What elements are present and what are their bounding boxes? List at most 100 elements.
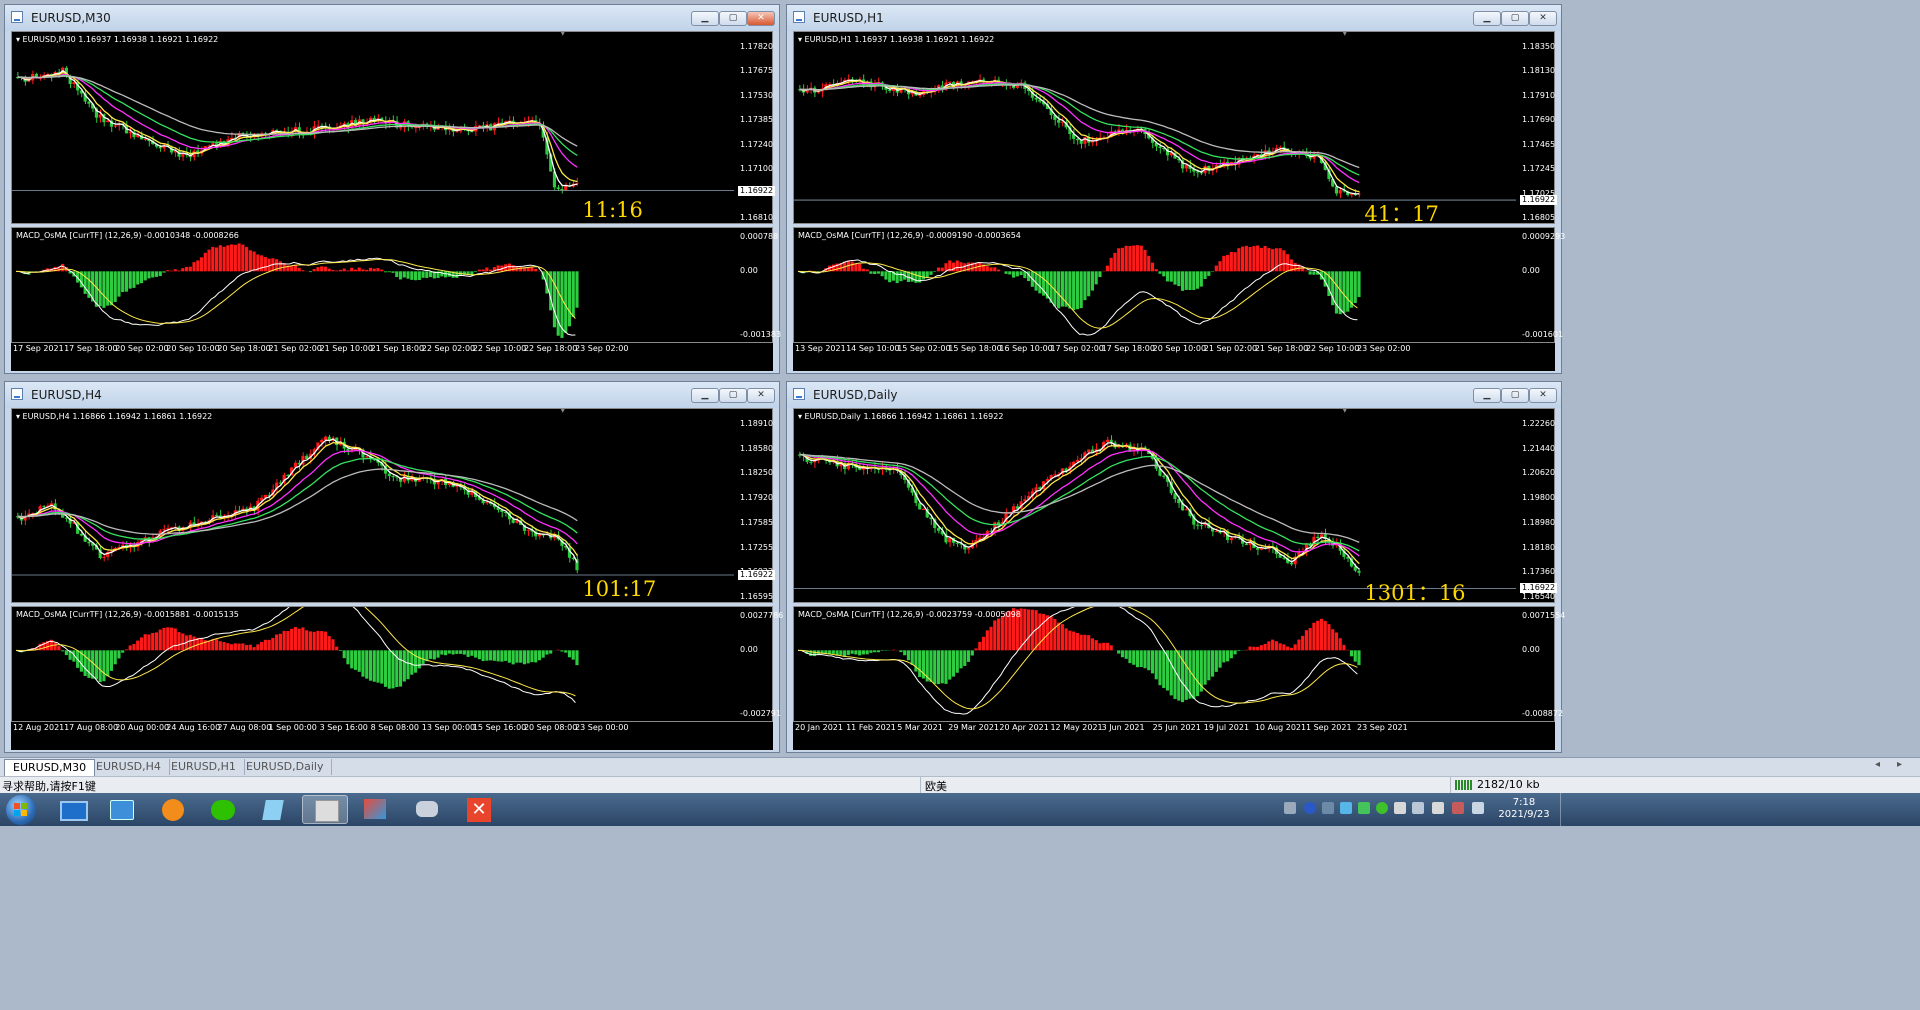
macd-histogram-bar — [1135, 245, 1140, 272]
minimize-button[interactable]: ▁ — [1473, 11, 1501, 26]
tab-eurusd-daily[interactable]: EURUSD,Daily — [238, 759, 333, 775]
notepad-icon[interactable] — [250, 795, 296, 824]
show-desktop-button[interactable] — [1560, 793, 1573, 826]
macd-histogram-bar — [526, 650, 530, 664]
price-chart[interactable]: ▾ EURUSD,Daily 1.16866 1.16942 1.16861 1… — [793, 406, 1558, 605]
macd-histogram-bar — [948, 650, 952, 680]
time-tick-label: 17 Sep 02:00 — [1050, 344, 1104, 353]
browser-icon[interactable] — [150, 795, 196, 824]
app-x-icon[interactable]: ✕ — [456, 795, 502, 824]
tab-eurusd-m30[interactable]: EURUSD,M30 — [4, 759, 96, 776]
macd-histogram-bar — [117, 650, 121, 659]
close-button[interactable]: ✕ — [1529, 388, 1557, 403]
macd-histogram-bar — [1229, 650, 1233, 659]
chart-tab-bar: EURUSD,M30 EURUSD,H4 EURUSD,H1 EURUSD,Da… — [0, 757, 1920, 776]
taskbar-clock[interactable]: 7:18 2021/9/23 — [1494, 797, 1554, 821]
window-titlebar[interactable]: EURUSD,H4 ▁ ▢ ✕ — [5, 382, 779, 408]
close-button[interactable]: ✕ — [747, 388, 775, 403]
tray-ime-icon[interactable] — [1394, 802, 1406, 814]
control-panel-icon[interactable] — [98, 795, 144, 824]
macd-histogram-bar — [1000, 616, 1004, 651]
chart-shift-marker-icon[interactable]: ▾ — [561, 29, 565, 38]
tray-wechat-icon[interactable] — [1376, 802, 1388, 814]
macd-histogram-bar — [282, 630, 286, 651]
wechat-icon[interactable] — [200, 795, 246, 824]
macd-histogram-bar — [113, 650, 117, 665]
macd-histogram-bar — [477, 650, 481, 660]
candle-body — [809, 461, 813, 463]
window-titlebar[interactable]: EURUSD,H1 ▁ ▢ ✕ — [787, 5, 1561, 31]
tab-scroll-right-icon[interactable]: ▸ — [1897, 759, 1902, 770]
macd-canvas — [797, 607, 1361, 715]
close-button[interactable]: ✕ — [747, 11, 775, 26]
chart-shift-marker-icon[interactable]: ▾ — [1343, 406, 1347, 415]
macd-tick-label: -0.001601 — [1522, 330, 1564, 339]
macd-histogram-bar — [252, 647, 256, 651]
price-chart[interactable]: ▾ EURUSD,H1 1.16937 1.16938 1.16921 1.16… — [793, 29, 1558, 226]
candle-body — [1184, 165, 1188, 169]
show-desktop-icon[interactable] — [50, 795, 96, 824]
tab-eurusd-h4[interactable]: EURUSD,H4 — [88, 759, 170, 775]
chart-window-m30[interactable]: EURUSD,M30 ▁ ▢ ✕ ▾ EURUSD,M30 1.16937 1.… — [4, 4, 781, 374]
macd-subwindow[interactable]: MACD_OsMA [CurrTF] (12,26,9) -0.0015881 … — [11, 606, 783, 722]
tray-help-icon[interactable] — [1304, 802, 1316, 814]
macd-histogram-bar — [504, 650, 508, 661]
tray-speaker-icon[interactable] — [1452, 802, 1464, 814]
candle-body — [1256, 548, 1260, 550]
candle-body — [918, 94, 922, 96]
minimize-button[interactable]: ▁ — [691, 11, 719, 26]
macd-histogram-bar — [1154, 269, 1158, 272]
macd-subwindow[interactable]: MACD_OsMA [CurrTF] (12,26,9) -0.0023759 … — [793, 606, 1565, 722]
window-titlebar[interactable]: EURUSD,M30 ▁ ▢ ✕ — [5, 5, 779, 31]
macd-histogram-bar — [331, 639, 335, 651]
macd-subwindow[interactable]: MACD_OsMA [CurrTF] (12,26,9) -0.0009190 … — [793, 227, 1565, 343]
macd-histogram-bar — [1327, 624, 1331, 651]
chart-window-daily[interactable]: EURUSD,Daily ▁ ▢ ✕ ▾ EURUSD,Daily 1.1686… — [786, 381, 1565, 753]
camera-icon[interactable] — [404, 795, 450, 824]
tab-eurusd-h1[interactable]: EURUSD,H1 — [163, 759, 245, 775]
maximize-button[interactable]: ▢ — [1501, 11, 1529, 26]
macd-histogram-bar — [1012, 271, 1016, 278]
candle-body — [98, 114, 102, 118]
window-titlebar[interactable]: EURUSD,Daily ▁ ▢ ✕ — [787, 382, 1561, 408]
close-button[interactable]: ✕ — [1529, 11, 1557, 26]
macd-histogram-bar — [151, 633, 155, 651]
macd-histogram-bar — [181, 268, 185, 272]
tray-signal-icon[interactable] — [1472, 802, 1484, 814]
metatrader-taskbar-button[interactable] — [302, 795, 348, 824]
macd-histogram-bar — [910, 650, 914, 665]
macd-histogram-bar — [447, 650, 451, 654]
tab-scroll-left-icon[interactable]: ◂ — [1875, 759, 1880, 770]
macd-histogram-bar — [1271, 249, 1275, 272]
chart-shift-marker-icon[interactable]: ▾ — [1343, 29, 1347, 38]
maximize-button[interactable]: ▢ — [719, 11, 747, 26]
macd-canvas — [797, 245, 1361, 336]
macd-histogram-bar — [933, 271, 937, 272]
macd-histogram-bar — [993, 267, 997, 272]
chart-shift-marker-icon[interactable]: ▾ — [561, 406, 565, 415]
maximize-button[interactable]: ▢ — [719, 388, 747, 403]
minimize-button[interactable]: ▁ — [1473, 388, 1501, 403]
macd-histogram-bar — [1094, 271, 1098, 285]
minimize-button[interactable]: ▁ — [691, 388, 719, 403]
tray-volume-icon[interactable] — [1412, 802, 1424, 814]
macd-histogram-bar — [876, 650, 880, 653]
tray-shield-icon[interactable] — [1358, 802, 1370, 814]
macd-histogram-bar — [1286, 254, 1290, 272]
tray-flag-icon[interactable] — [1432, 802, 1444, 814]
macd-subwindow[interactable]: MACD_OsMA [CurrTF] (12,26,9) -0.0010348 … — [11, 227, 781, 343]
price-chart[interactable]: ▾ EURUSD,M30 1.16937 1.16938 1.16921 1.1… — [11, 29, 776, 224]
start-button[interactable] — [6, 795, 36, 825]
macd-histogram-bar — [474, 271, 478, 273]
tray-network-icon[interactable] — [1322, 802, 1334, 814]
macd-histogram-bar — [1357, 650, 1361, 666]
maximize-button[interactable]: ▢ — [1501, 388, 1529, 403]
macd-histogram-bar — [477, 269, 481, 272]
tray-keyboard-icon[interactable] — [1284, 802, 1296, 814]
tray-security-icon[interactable] — [1340, 802, 1352, 814]
price-chart[interactable]: ▾ EURUSD,H4 1.16866 1.16942 1.16861 1.16… — [11, 406, 776, 603]
chart-window-h4[interactable]: EURUSD,H4 ▁ ▢ ✕ ▾ EURUSD,H4 1.16866 1.16… — [4, 381, 783, 753]
macd-histogram-bar — [481, 650, 485, 662]
paint-icon[interactable] — [352, 795, 398, 824]
chart-window-h1[interactable]: EURUSD,H1 ▁ ▢ ✕ ▾ EURUSD,H1 1.16937 1.16… — [786, 4, 1565, 374]
